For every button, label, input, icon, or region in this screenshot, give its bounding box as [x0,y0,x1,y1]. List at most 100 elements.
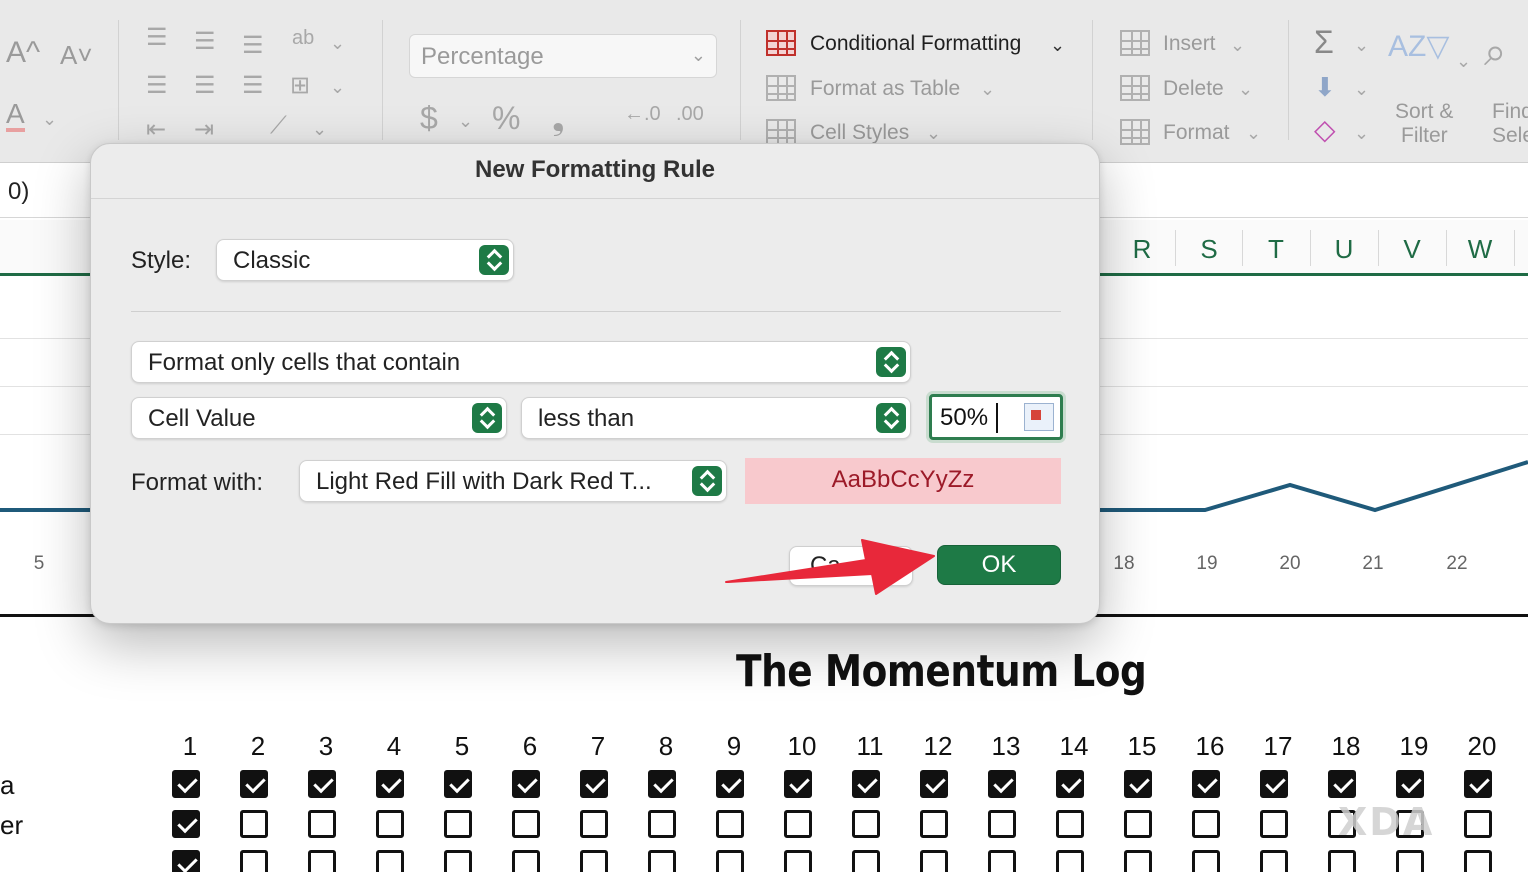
checkbox-checked[interactable] [920,770,948,798]
day-number: 3 [318,731,334,761]
checkbox-checked[interactable] [716,770,744,798]
condition-field-select[interactable]: Cell Value [131,397,507,439]
checkbox-unchecked[interactable] [648,810,676,838]
checkbox-unchecked[interactable] [240,810,268,838]
chart-x-label: 18 [1113,553,1135,574]
stepper-icon [692,466,722,496]
day-number: 20 [1467,731,1497,761]
checkbox-unchecked[interactable] [852,810,880,838]
checkbox-unchecked[interactable] [1056,850,1084,872]
format-with-label: Format with: [131,469,264,496]
checkbox-unchecked[interactable] [512,850,540,872]
checkbox-unchecked[interactable] [988,810,1016,838]
day-number: 1 [182,731,198,761]
checkbox-checked[interactable] [172,810,200,838]
checkbox-unchecked[interactable] [308,810,336,838]
checkbox-unchecked[interactable] [580,850,608,872]
checkbox-checked[interactable] [376,770,404,798]
checkbox-unchecked[interactable] [308,850,336,872]
checkbox-checked[interactable] [1260,770,1288,798]
checkbox-unchecked[interactable] [1464,850,1492,872]
condition-field-value: Cell Value [148,405,256,432]
checkbox-unchecked[interactable] [784,850,812,872]
checkbox-unchecked[interactable] [376,850,404,872]
day-number: 8 [658,731,674,761]
checkbox-checked[interactable] [1192,770,1220,798]
checkbox-unchecked[interactable] [920,810,948,838]
checkbox-checked[interactable] [172,850,200,872]
checkbox-checked[interactable] [444,770,472,798]
checkbox-checked[interactable] [172,770,200,798]
checkbox-unchecked[interactable] [1396,850,1424,872]
stepper-icon [472,403,502,433]
checkbox-unchecked[interactable] [648,850,676,872]
habit-row-label: a [0,770,15,800]
day-number: 9 [726,731,742,761]
checkbox-unchecked[interactable] [1464,810,1492,838]
checkbox-checked[interactable] [1464,770,1492,798]
title-divider [91,198,1099,199]
momentum-log-title: The Momentum Log [736,646,1147,697]
preview-text: AaBbCcYyZz [831,466,975,493]
checkbox-checked[interactable] [1396,770,1424,798]
cancel-button[interactable]: Ca [789,546,913,586]
checkbox-checked[interactable] [648,770,676,798]
chart-x-label: 19 [1196,553,1218,574]
text-cursor [996,403,998,433]
day-number: 11 [856,731,884,761]
habit-row-label: er [0,810,24,840]
checkbox-unchecked[interactable] [716,850,744,872]
day-number: 12 [923,731,953,761]
checkbox-checked[interactable] [1124,770,1152,798]
checkbox-checked[interactable] [1328,770,1356,798]
operator-value: less than [538,405,635,432]
chart-x-label: 22 [1446,553,1468,574]
checkbox-unchecked[interactable] [988,850,1016,872]
value-text: 50% [940,404,989,431]
operator-select[interactable]: less than [521,397,911,439]
checkbox-unchecked[interactable] [580,810,608,838]
checkbox-unchecked[interactable] [240,850,268,872]
checkbox-unchecked[interactable] [1124,850,1152,872]
checkbox-unchecked[interactable] [1056,810,1084,838]
checkbox-checked[interactable] [784,770,812,798]
style-select[interactable]: Classic [216,239,514,281]
range-picker-icon[interactable] [1024,403,1054,431]
checkbox-unchecked[interactable] [920,850,948,872]
checkbox-unchecked[interactable] [376,810,404,838]
value-input[interactable]: 50% [929,394,1063,440]
format-preview: AaBbCcYyZz [745,458,1061,504]
checkbox-checked[interactable] [308,770,336,798]
checkbox-unchecked[interactable] [512,810,540,838]
checkbox-unchecked[interactable] [444,850,472,872]
checkbox-unchecked[interactable] [1260,850,1288,872]
ok-button[interactable]: OK [937,545,1061,585]
checkbox-unchecked[interactable] [1192,850,1220,872]
day-number: 14 [1059,731,1089,761]
checkbox-unchecked[interactable] [716,810,744,838]
checkbox-unchecked[interactable] [1260,810,1288,838]
checkbox-unchecked[interactable] [1192,810,1220,838]
checkbox-checked[interactable] [512,770,540,798]
format-with-select[interactable]: Light Red Fill with Dark Red T... [299,460,727,502]
checkbox-unchecked[interactable] [1124,810,1152,838]
dialog-title: New Formatting Rule [474,156,715,183]
checkbox-checked[interactable] [240,770,268,798]
checkbox-checked[interactable] [1056,770,1084,798]
checkbox-checked[interactable] [988,770,1016,798]
checkbox-checked[interactable] [852,770,880,798]
checkbox-unchecked[interactable] [784,810,812,838]
day-number: 19 [1399,731,1429,761]
checkbox-unchecked[interactable] [444,810,472,838]
section-divider [131,311,1061,312]
day-number: 16 [1195,731,1225,761]
style-value: Classic [233,247,311,274]
cancel-label: Ca [810,552,841,579]
checkbox-unchecked[interactable] [1328,850,1356,872]
checkbox-checked[interactable] [580,770,608,798]
day-number: 5 [454,731,470,761]
ok-label: OK [981,551,1017,578]
rule-type-select[interactable]: Format only cells that contain [131,341,911,383]
stepper-icon [876,403,906,433]
checkbox-unchecked[interactable] [852,850,880,872]
